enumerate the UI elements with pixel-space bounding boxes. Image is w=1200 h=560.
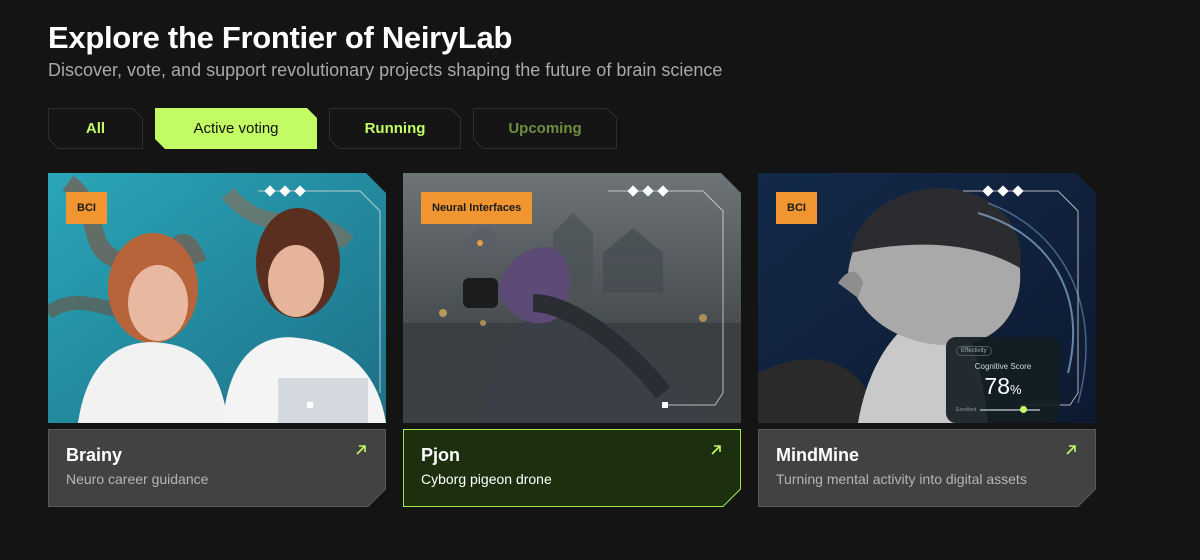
decor-dots: [627, 185, 669, 197]
card-title: Brainy: [66, 445, 123, 465]
score-label: Cognitive Score: [974, 362, 1032, 371]
score-footer: Excellent: [956, 407, 977, 413]
tab-upcoming-label: Upcoming: [508, 120, 582, 137]
arrow-up-right-icon: [711, 445, 721, 455]
tab-all[interactable]: All: [48, 108, 143, 149]
tab-active-voting-label: Active voting: [193, 120, 279, 137]
score-number: 78: [984, 373, 1011, 399]
card-title: MindMine: [776, 445, 859, 465]
tab-all-label: All: [85, 120, 106, 137]
category-badge: BCI: [66, 192, 107, 224]
decor-dots: [982, 185, 1024, 197]
card-info-panel: [758, 429, 1096, 507]
arrow-up-right-icon: [356, 445, 366, 455]
page-title: Explore the Frontier of NeiryLab: [48, 20, 513, 55]
tab-running[interactable]: Running: [329, 108, 461, 149]
card-description: Cyborg pigeon drone: [421, 471, 552, 487]
project-card-brainy[interactable]: BCI Brainy Neuro career guidance: [48, 173, 386, 507]
project-card-mindmine[interactable]: Effectivity Cognitive Score 78% Excellen…: [758, 173, 1096, 507]
score-slider-track: [980, 409, 1040, 411]
card-description: Neuro career guidance: [66, 471, 209, 487]
card-title: Pjon: [421, 445, 460, 465]
effectivity-chip: Effectivity: [956, 346, 992, 356]
score-unit: %: [1010, 382, 1022, 397]
arrow-up-right-icon: [1066, 445, 1076, 455]
category-badge: BCI: [776, 192, 817, 224]
card-info-panel: [403, 429, 741, 507]
card-info-panel: [48, 429, 386, 507]
project-card-pjon[interactable]: Neural Interfaces Pjon Cyborg pigeon dro…: [403, 173, 741, 507]
card-description: Turning mental activity into digital ass…: [776, 471, 1027, 487]
tab-upcoming[interactable]: Upcoming: [473, 108, 617, 149]
category-badge: Neural Interfaces: [421, 192, 533, 224]
decor-dots: [264, 185, 306, 197]
cognitive-score-widget: Effectivity Cognitive Score 78% Excellen…: [946, 337, 1060, 423]
score-slider-knob: [1020, 406, 1027, 413]
page-subtitle: Discover, vote, and support revolutionar…: [48, 60, 723, 80]
tab-active-voting[interactable]: Active voting: [155, 108, 317, 149]
score-value: 78%: [946, 373, 1060, 400]
tab-running-label: Running: [364, 120, 426, 137]
